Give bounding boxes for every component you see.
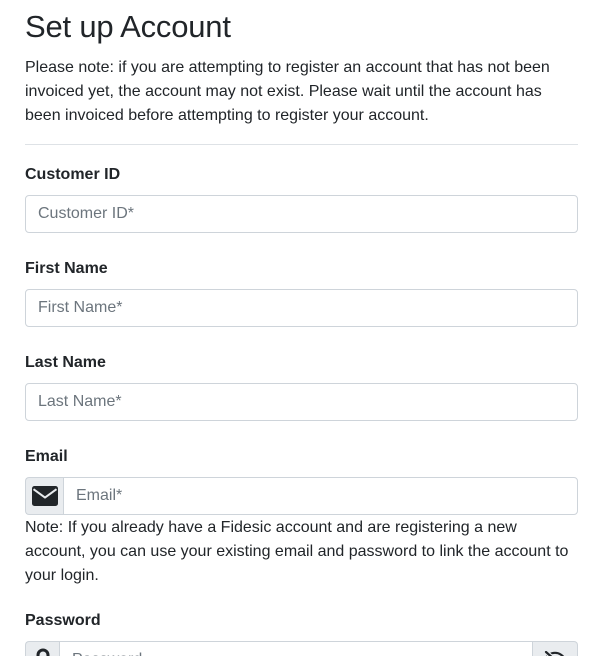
password-input[interactable] [59,641,533,656]
first-name-group: First Name [25,257,578,327]
password-input-group [25,641,578,656]
password-group: Password [25,609,578,656]
email-group: Email Note: If you already have a Fidesi… [25,445,578,588]
divider [25,144,578,145]
lock-icon [25,641,59,656]
first-name-label: First Name [25,260,108,277]
email-input[interactable] [63,477,578,515]
last-name-label: Last Name [25,354,106,371]
first-name-input[interactable] [25,289,578,327]
customer-id-group: Customer ID [25,163,578,233]
password-label: Password [25,612,101,629]
customer-id-input[interactable] [25,195,578,233]
setup-account-page: Set up Account Please note: if you are a… [0,0,599,656]
email-label: Email [25,448,68,465]
last-name-group: Last Name [25,351,578,421]
intro-note: Please note: if you are attempting to re… [25,59,550,124]
envelope-icon [25,477,63,515]
eye-slash-icon[interactable] [533,641,578,656]
email-input-group [25,477,578,515]
last-name-input[interactable] [25,383,578,421]
page-title: Set up Account [25,9,231,44]
email-help-note: Note: If you already have a Fidesic acco… [25,519,569,584]
customer-id-label: Customer ID [25,166,121,183]
